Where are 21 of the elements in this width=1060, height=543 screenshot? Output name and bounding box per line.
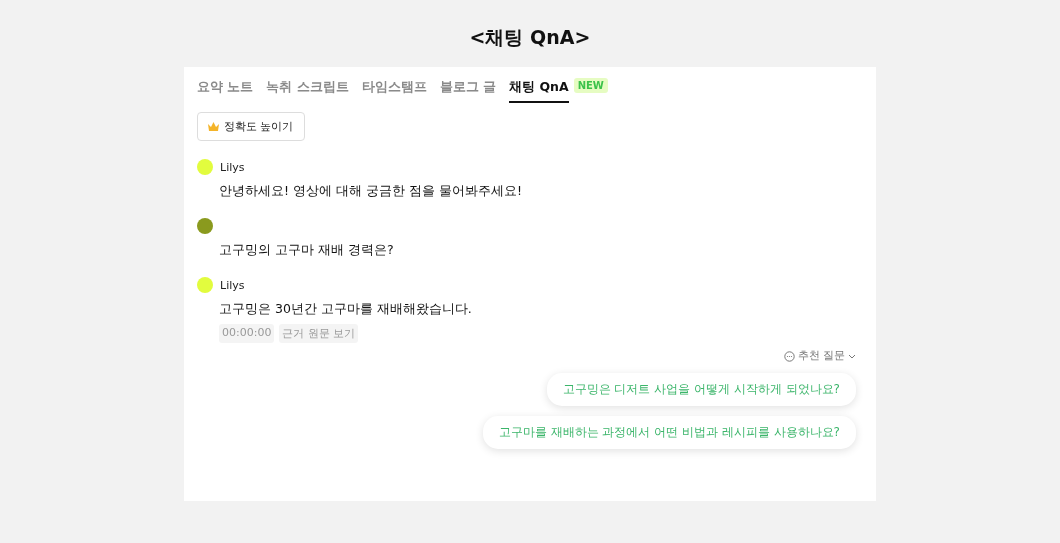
message-text: 고구밍은 30년간 고구마를 재배해왔습니다. xyxy=(218,301,473,318)
tab[interactable]: 녹취 스크립트 xyxy=(266,77,349,103)
tab[interactable]: 채팅 QnA xyxy=(509,77,569,103)
suggestions-label[interactable]: 추천 질문 xyxy=(797,349,845,363)
author-name: Lilys xyxy=(220,160,245,174)
accuracy-button[interactable]: 정확도 높이기 xyxy=(197,112,305,141)
author-name: Lilys xyxy=(220,278,245,292)
new-badge: NEW xyxy=(573,78,608,93)
tab[interactable]: 블로그 글 xyxy=(439,77,497,103)
tab[interactable]: 요약 노트 xyxy=(197,77,254,103)
timestamp[interactable]: 00:00:00 xyxy=(219,324,275,343)
source-link[interactable]: 근거 원문 보기 xyxy=(279,324,359,343)
message-text: 고구밍의 고구마 재배 경력은? xyxy=(218,242,395,259)
tab[interactable]: 타임스탬프 xyxy=(361,77,427,103)
page-title: <채팅 QnA> xyxy=(469,25,591,50)
message-text: 안녕하세요! 영상에 대해 궁금한 점을 물어봐주세요! xyxy=(218,183,523,200)
chevron-down-icon[interactable] xyxy=(848,353,856,359)
chat-bubble-icon xyxy=(783,350,795,362)
suggested-question[interactable]: 고구밍은 디저트 사업을 어떻게 시작하게 되었나요? xyxy=(546,373,856,406)
crown-icon xyxy=(208,122,219,131)
suggested-question[interactable]: 고구마를 재배하는 과정에서 어떤 비법과 레시피를 사용하나요? xyxy=(482,416,856,449)
